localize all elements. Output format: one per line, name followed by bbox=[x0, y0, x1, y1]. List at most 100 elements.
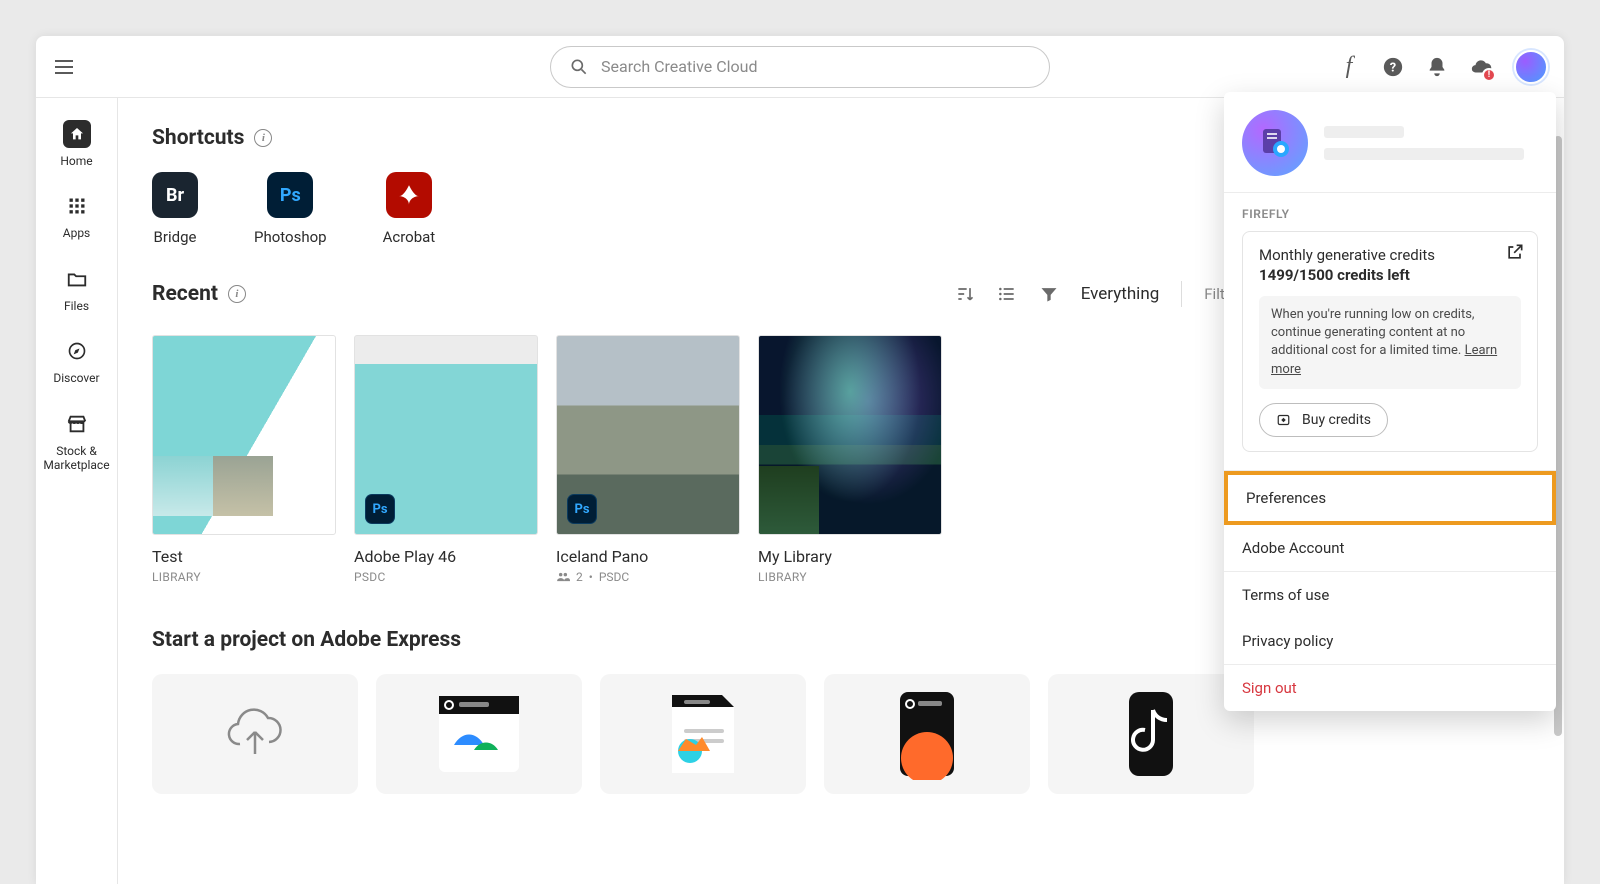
sort-button[interactable] bbox=[955, 284, 975, 304]
firefly-label: FIREFLY bbox=[1242, 207, 1538, 221]
home-icon bbox=[63, 120, 91, 148]
tiktok-icon bbox=[1107, 688, 1195, 780]
card-thumbnail bbox=[152, 335, 336, 535]
credits-title: Monthly generative credits bbox=[1259, 246, 1521, 264]
storefront-icon bbox=[63, 410, 91, 438]
popover-userinfo bbox=[1324, 126, 1538, 160]
alert-badge-icon: ! bbox=[1482, 68, 1496, 82]
card-thumbnail bbox=[758, 335, 942, 535]
menu-item-terms[interactable]: Terms of use bbox=[1224, 572, 1556, 618]
nav-item-apps[interactable]: Apps bbox=[36, 192, 117, 240]
fonts-button[interactable]: f bbox=[1338, 56, 1360, 78]
nav-label-discover: Discover bbox=[53, 371, 99, 385]
hamburger-icon bbox=[52, 55, 76, 79]
filter-button[interactable] bbox=[1039, 284, 1059, 304]
story-icon bbox=[882, 688, 972, 780]
express-card-instagram-post[interactable] bbox=[376, 674, 582, 794]
social-post-icon bbox=[419, 690, 539, 778]
card-subtitle: PSDC bbox=[599, 570, 629, 584]
folder-icon bbox=[63, 265, 91, 293]
card-meta: 2 • PSDC bbox=[556, 570, 740, 584]
funnel-icon bbox=[1039, 284, 1059, 304]
filter-scope[interactable]: Everything bbox=[1081, 284, 1160, 304]
credits-icon bbox=[1276, 411, 1294, 429]
top-right-controls: f ? ! bbox=[1338, 50, 1548, 84]
nav-item-discover[interactable]: Discover bbox=[36, 337, 117, 385]
apps-grid-icon bbox=[63, 192, 91, 220]
menu-item-privacy[interactable]: Privacy policy bbox=[1224, 618, 1556, 664]
card-subtitle: PSDC bbox=[354, 570, 538, 584]
shortcut-label: Photoshop bbox=[254, 228, 327, 246]
top-bar: f ? ! bbox=[36, 36, 1564, 98]
recent-card[interactable]: Ps Adobe Play 46 PSDC bbox=[354, 335, 538, 584]
card-title: Adobe Play 46 bbox=[354, 547, 538, 566]
menu-item-preferences[interactable]: Preferences bbox=[1224, 471, 1556, 525]
nav-label-apps: Apps bbox=[63, 226, 91, 240]
shortcut-label: Acrobat bbox=[383, 228, 436, 246]
firefly-section: FIREFLY Monthly generative credits 1499/… bbox=[1224, 192, 1556, 470]
card-subtitle: LIBRARY bbox=[152, 570, 336, 584]
recent-header: Recent i bbox=[152, 282, 246, 306]
card-thumbnail: Ps bbox=[556, 335, 740, 535]
fonts-icon: f bbox=[1346, 53, 1353, 80]
app-window: f ? ! bbox=[36, 36, 1564, 884]
open-external-button[interactable] bbox=[1505, 242, 1525, 262]
info-icon[interactable]: i bbox=[228, 285, 246, 303]
notifications-button[interactable] bbox=[1426, 56, 1448, 78]
nav-item-home[interactable]: Home bbox=[36, 120, 117, 168]
card-title: My Library bbox=[758, 547, 942, 566]
search-icon bbox=[569, 57, 589, 77]
nav-item-stock[interactable]: Stock & Marketplace bbox=[36, 410, 117, 473]
cloud-upload-icon bbox=[219, 698, 291, 770]
open-external-icon bbox=[1505, 242, 1525, 262]
express-card-upload[interactable] bbox=[152, 674, 358, 794]
credits-note: When you're running low on credits, cont… bbox=[1259, 296, 1521, 389]
help-button[interactable]: ? bbox=[1382, 56, 1404, 78]
nav-item-files[interactable]: Files bbox=[36, 265, 117, 313]
divider bbox=[1181, 281, 1182, 307]
nav-label-stock: Stock & Marketplace bbox=[36, 444, 117, 473]
search-field[interactable] bbox=[550, 46, 1050, 88]
express-card-document[interactable] bbox=[600, 674, 806, 794]
buy-credits-label: Buy credits bbox=[1302, 412, 1371, 428]
popover-header bbox=[1224, 92, 1556, 192]
photoshop-app-icon: Ps bbox=[267, 172, 313, 218]
popover-avatar bbox=[1242, 110, 1308, 176]
account-avatar-button[interactable] bbox=[1514, 50, 1548, 84]
shortcut-bridge[interactable]: Br Bridge bbox=[152, 172, 198, 246]
shortcut-label: Bridge bbox=[154, 228, 197, 246]
express-card-instagram-story[interactable] bbox=[824, 674, 1030, 794]
recent-card[interactable]: Test LIBRARY bbox=[152, 335, 336, 584]
sort-icon bbox=[955, 283, 975, 305]
bridge-app-icon: Br bbox=[152, 172, 198, 218]
credits-box: Monthly generative credits 1499/1500 cre… bbox=[1242, 231, 1538, 452]
card-title: Iceland Pano bbox=[556, 547, 740, 566]
info-icon[interactable]: i bbox=[254, 129, 272, 147]
left-nav: Home Apps Files Discover Stock & Marketp… bbox=[36, 98, 118, 884]
hamburger-menu-button[interactable] bbox=[52, 55, 76, 79]
nav-label-files: Files bbox=[64, 299, 89, 313]
card-title: Test bbox=[152, 547, 336, 566]
search-input[interactable] bbox=[601, 57, 1031, 76]
acrobat-app-icon bbox=[386, 172, 432, 218]
avatar-illustration-icon bbox=[1257, 125, 1293, 161]
menu-item-adobe-account[interactable]: Adobe Account bbox=[1224, 525, 1556, 571]
buy-credits-button[interactable]: Buy credits bbox=[1259, 403, 1388, 437]
photoshop-badge-icon: Ps bbox=[567, 494, 597, 524]
list-view-button[interactable] bbox=[997, 284, 1017, 304]
card-thumbnail: Ps bbox=[354, 335, 538, 535]
cloud-sync-button[interactable]: ! bbox=[1470, 56, 1492, 78]
list-icon bbox=[997, 283, 1017, 305]
credits-value: 1499/1500 credits left bbox=[1259, 266, 1521, 284]
menu-item-signout[interactable]: Sign out bbox=[1224, 665, 1556, 711]
shortcut-acrobat[interactable]: Acrobat bbox=[383, 172, 436, 246]
shortcut-photoshop[interactable]: Ps Photoshop bbox=[254, 172, 327, 246]
recent-card[interactable]: My Library LIBRARY bbox=[758, 335, 942, 584]
express-title: Start a project on Adobe Express bbox=[152, 628, 461, 652]
recent-card[interactable]: Ps Iceland Pano 2 • PSDC bbox=[556, 335, 740, 584]
document-icon bbox=[648, 689, 758, 779]
collaborators-icon bbox=[556, 570, 570, 584]
nav-label-home: Home bbox=[60, 154, 92, 168]
recent-title: Recent bbox=[152, 282, 218, 306]
photoshop-badge-icon: Ps bbox=[365, 494, 395, 524]
